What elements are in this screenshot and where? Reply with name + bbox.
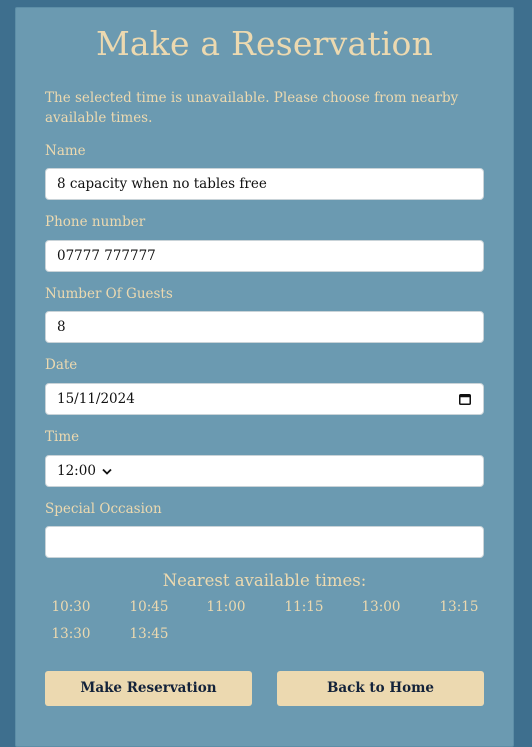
guests-label: Number Of Guests: [45, 286, 173, 302]
chevron-down-icon: [102, 468, 112, 475]
occasion-field[interactable]: [45, 526, 484, 558]
occasion-label: Special Occasion: [45, 501, 162, 517]
time-label: Time: [45, 429, 80, 445]
back-to-home-button[interactable]: Back to Home: [277, 671, 484, 706]
date-label: Date: [45, 357, 78, 373]
name-label: Name: [45, 143, 86, 159]
guests-field[interactable]: 8: [45, 311, 484, 343]
date-value: 15/11/2024: [57, 391, 135, 407]
name-field[interactable]: 8 capacity when no tables free: [45, 168, 484, 200]
calendar-icon[interactable]: [459, 393, 471, 405]
page-title: Make a Reservation: [95, 24, 434, 63]
time-slot[interactable]: 11:00: [196, 599, 256, 615]
phone-field[interactable]: 07777 777777: [45, 240, 484, 272]
date-field[interactable]: 15/11/2024: [45, 383, 484, 415]
time-slot[interactable]: 13:30: [41, 626, 101, 642]
time-slot[interactable]: 13:15: [429, 599, 489, 615]
time-slot[interactable]: 11:15: [274, 599, 334, 615]
make-reservation-button[interactable]: Make Reservation: [45, 671, 252, 706]
time-value: 12:00: [57, 463, 96, 479]
time-slot[interactable]: 10:30: [41, 599, 101, 615]
time-slot[interactable]: 13:45: [119, 626, 179, 642]
time-slot[interactable]: 10:45: [119, 599, 179, 615]
reservation-card: Make a Reservation The selected time is …: [15, 7, 514, 747]
time-select[interactable]: 12:00: [45, 455, 484, 487]
nearest-times-title: Nearest available times:: [162, 571, 367, 590]
unavailable-notice: The selected time is unavailable. Please…: [45, 90, 459, 126]
time-slot[interactable]: 13:00: [351, 599, 411, 615]
phone-label: Phone number: [45, 214, 146, 230]
